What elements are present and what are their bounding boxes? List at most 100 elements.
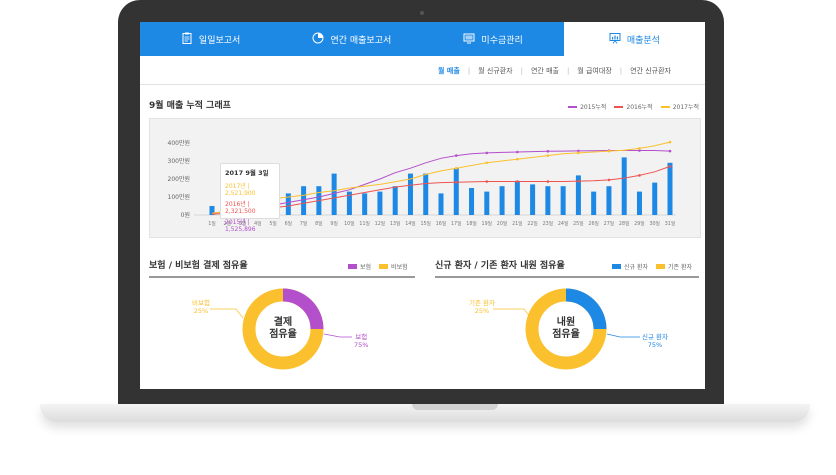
subnav-monthly-payroll[interactable]: 월 급여대장 [569,66,619,76]
chart-tooltip: 2017 9월 3일 2017년 | 2,521,900 2016년 | 2,3… [220,163,280,233]
tooltip-row-2015: 2015년 | 1,525,896 [225,219,256,233]
sales-bar [469,188,475,215]
series-point [607,149,611,153]
series-point [607,178,611,182]
sales-bar [652,182,658,215]
legend-swatch [614,105,624,108]
x-tick-label: 1일 [208,220,215,227]
series-point [668,165,672,168]
x-tick-label: 31일 [665,220,676,227]
segment-pct: 75% [354,341,369,349]
monthly-chart-title: 9월 매출 누적 그래프 [149,101,231,111]
legend-item: 신규 환자 [612,262,648,271]
donut-label-existing: 기존 환자 25% [469,299,495,315]
series-point [485,161,489,165]
subnav-annual-sales[interactable]: 연간 매출 [523,66,567,76]
x-tick-label: 15일 [420,220,431,227]
sales-bar [362,193,368,215]
sales-bar [514,180,520,215]
camera-dot [420,11,424,15]
y-tick-label: 400만원 [168,139,191,147]
legend-item: 비보험 [379,262,408,271]
legend-swatch [660,105,670,108]
legend-item: 2017누적 [660,102,699,111]
legend-label: 신규 환자 [624,264,648,271]
x-tick-label: 19일 [482,220,493,227]
x-tick-label: 28일 [619,220,630,227]
series-point [485,151,489,155]
tooltip-row-label: 2015년 [225,219,246,226]
y-tick-label: 300만원 [168,157,191,165]
sales-bar [499,186,505,215]
tab-label: 연간 매출보고서 [330,35,392,46]
x-tick-label: 14일 [405,220,416,227]
section-underline [149,276,415,278]
segment-label: 신규 환자 [642,333,668,341]
series-point [485,180,489,183]
x-tick-label: 27일 [604,220,615,227]
x-tick-label: 7일 [300,220,307,227]
subnav-divider [140,84,705,85]
legend-label: 보험 [360,264,372,271]
x-tick-label: 12일 [375,220,386,227]
tab-annual-report[interactable]: 연간 매출보고서 [281,22,422,56]
monitor-icon [463,32,475,47]
x-tick-label: 25일 [573,220,584,227]
series-point [516,150,519,154]
patient-donut: 내원 점유율 [525,288,607,370]
monthly-chart-legend: 2015누적 2016누적 2017누적 [568,102,699,111]
segment-pct: 25% [193,307,209,315]
donut-label-uninsured: 비보험 25% [192,299,210,315]
donut-center-line: 내원 [556,317,576,328]
legend-label: 비보험 [391,264,408,271]
legend-swatch [568,105,578,108]
series-point [668,149,672,153]
sales-bar [453,168,459,215]
payment-legend: 보험 비보험 [348,262,408,271]
sales-bar [392,186,398,215]
tooltip-row-value: 2,521,900 [225,190,256,197]
x-tick-label: 13일 [390,220,401,227]
tab-daily-report[interactable]: 일일보고서 [140,22,281,56]
legend-item: 2016누적 [614,102,653,111]
x-tick-label: 20일 [497,220,508,227]
laptop-notch [412,404,498,410]
segment-label: 비보험 [192,299,210,307]
tooltip-row-value: 2,321,500 [225,208,256,215]
legend-item: 2015누적 [568,102,606,111]
segment-label: 기존 환자 [469,299,495,307]
x-tick-label: 29일 [634,220,645,227]
x-tick-label: 24일 [558,220,569,227]
y-tick-label: 0원 [181,211,190,219]
sub-navigation: 월 매출 | 월 신규환자 | 연간 매출 | 월 급여대장 | 연간 신규환자 [430,66,679,76]
tooltip-row-label: 2017년 [225,183,246,190]
series-point [577,151,580,155]
tooltip-row-label: 2016년 [225,201,246,208]
subnav-annual-new-patients[interactable]: 연간 신규환자 [622,66,679,76]
donut-center-line: 점유율 [269,329,297,340]
donut-center-line: 결제 [273,317,293,328]
donut-center-label: 내원 점유율 [525,317,607,341]
series-point [638,174,641,177]
legend-label: 2016누적 [626,104,653,111]
sales-bar [560,186,566,215]
tab-receivables[interactable]: 미수금관리 [423,22,564,56]
series-point [454,180,458,184]
legend-swatch [379,264,389,269]
tab-sales-analysis[interactable]: 매출분석 [563,22,705,56]
donut-center-line: 점유율 [552,329,580,340]
series-point [454,154,458,157]
segment-pct: 25% [474,307,490,315]
subnav-monthly-sales[interactable]: 월 매출 [430,66,468,76]
x-tick-label: 22일 [527,220,538,227]
series-point [668,140,672,144]
x-tick-label: 6일 [285,220,292,227]
x-tick-label: 18일 [466,220,477,227]
sales-bar [530,184,536,215]
x-tick-label: 8일 [315,220,322,227]
legend-item: 기존 환자 [656,262,692,271]
main-tabs: 일일보고서 연간 매출보고서 미수금관리 매출분석 [140,22,705,56]
subnav-monthly-new-patients[interactable]: 월 신규환자 [470,66,520,76]
series-point [546,154,550,157]
series-point [516,180,519,183]
